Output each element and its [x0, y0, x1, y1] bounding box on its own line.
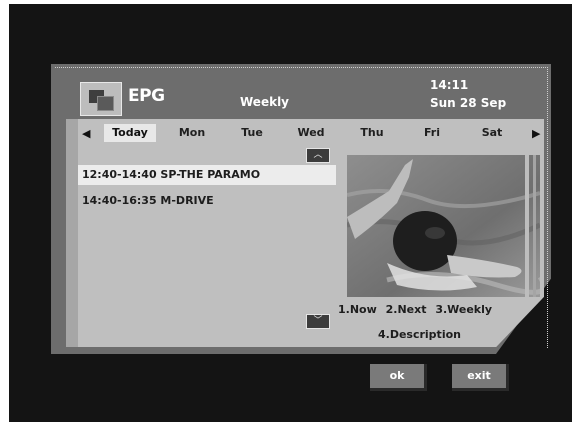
option-row-1: 1.Now 2.Next 3.Weekly — [338, 303, 497, 316]
exit-button[interactable]: exit — [452, 364, 509, 391]
epg-logo-icon — [80, 82, 122, 116]
option-weekly[interactable]: 3.Weekly — [435, 303, 492, 316]
clock-date: Sun 28 Sep — [430, 96, 507, 110]
option-now[interactable]: 1.Now — [338, 303, 377, 316]
arrow-left-icon[interactable]: ◀ — [82, 127, 90, 140]
program-list: 12:40-14:40 SP-THE PARAMO 14:40-16:35 M-… — [78, 162, 336, 322]
option-row-2: 4.Description — [378, 328, 466, 341]
panel-left-shade — [66, 119, 78, 347]
tab-tue[interactable]: Tue — [234, 124, 270, 142]
tab-wed[interactable]: Wed — [292, 124, 330, 142]
arrow-right-icon[interactable]: ▶ — [532, 127, 540, 140]
clock-time: 14:11 — [430, 78, 469, 92]
day-tabs: ◀ Today Mon Tue Wed Thu Fri Sat ▶ — [78, 123, 544, 143]
tab-sat[interactable]: Sat — [474, 124, 510, 142]
program-row[interactable]: 12:40-14:40 SP-THE PARAMO — [78, 165, 336, 185]
tab-fri[interactable]: Fri — [414, 124, 450, 142]
option-next[interactable]: 2.Next — [386, 303, 427, 316]
scroll-up-button[interactable]: ︿ — [306, 148, 330, 163]
tab-today[interactable]: Today — [104, 124, 156, 142]
option-description[interactable]: 4.Description — [378, 328, 461, 341]
epg-title: EPG — [128, 86, 165, 106]
scroll-down-button[interactable]: ﹀ — [306, 314, 330, 329]
tab-mon[interactable]: Mon — [174, 124, 210, 142]
program-row[interactable]: 14:40-16:35 M-DRIVE — [78, 191, 336, 211]
view-mode-label: Weekly — [240, 95, 290, 109]
channel-preview-image — [347, 155, 540, 297]
tab-thu[interactable]: Thu — [354, 124, 390, 142]
ok-button[interactable]: ok — [370, 364, 427, 391]
